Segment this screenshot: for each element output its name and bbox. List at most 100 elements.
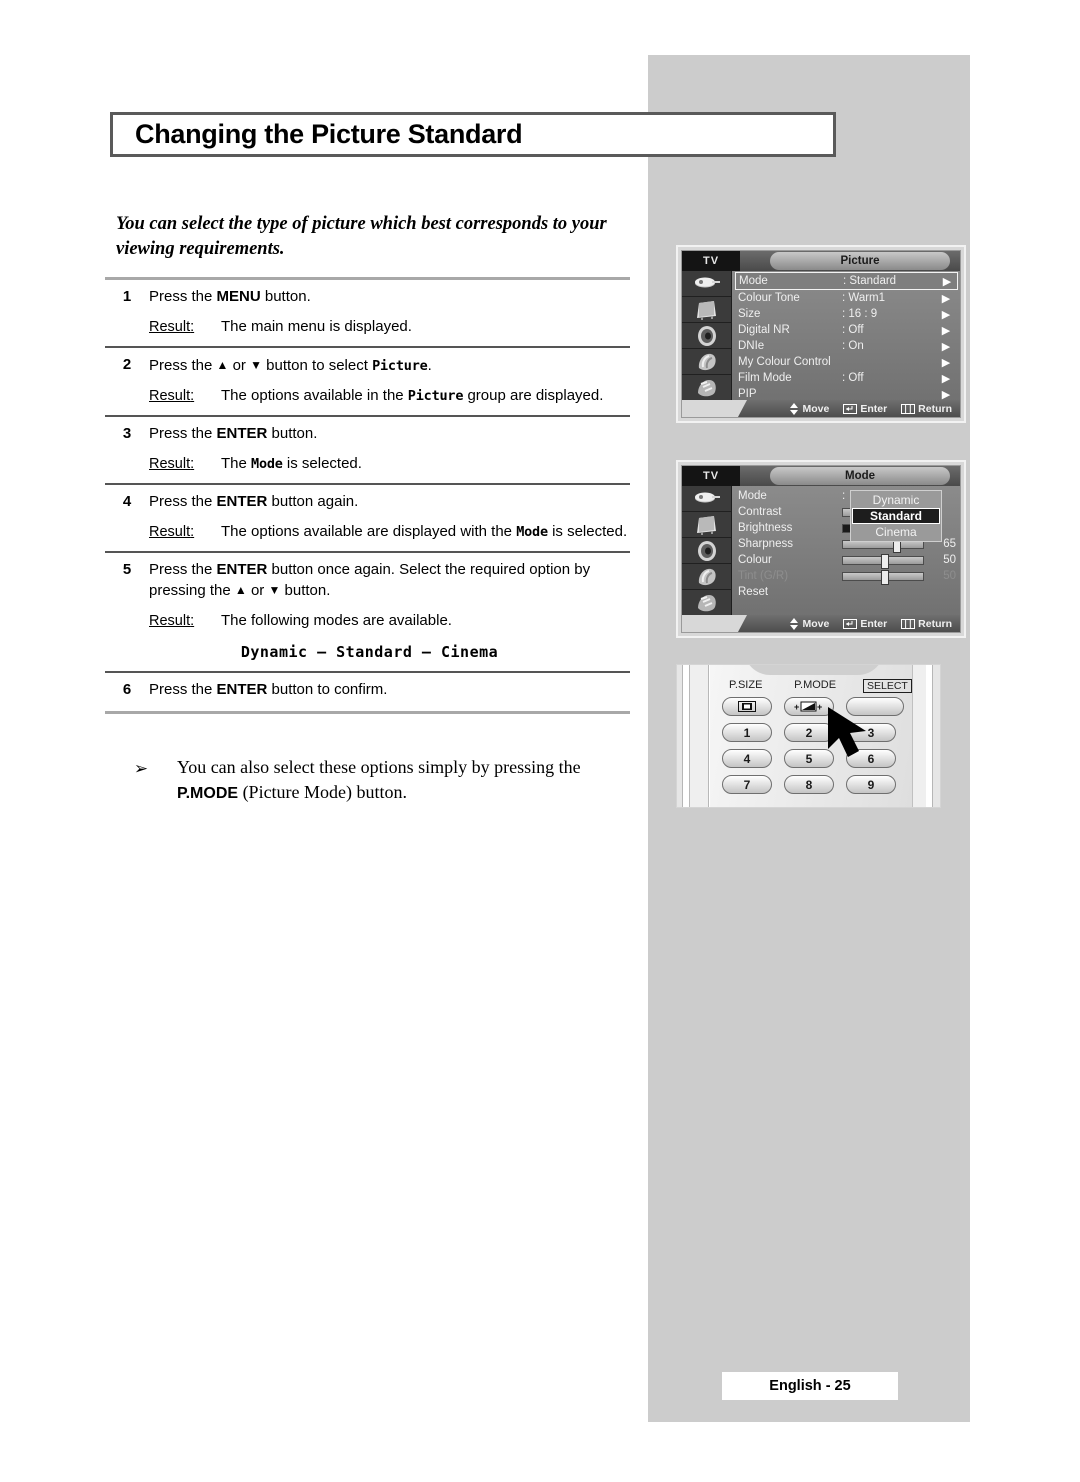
picture-mode-icon: + + <box>794 701 822 712</box>
input-source-icon[interactable] <box>682 486 731 512</box>
key-7[interactable]: 7 <box>722 775 772 794</box>
step-5: 5 Press the ENTER button once again. Sel… <box>105 553 630 671</box>
osd-mode-rows: Mode : Contrast Brightness Sharpness 65 … <box>732 486 960 618</box>
setup-icon[interactable] <box>682 564 731 590</box>
osd-row-reset[interactable]: Reset <box>738 584 956 600</box>
enter-key-icon <box>843 403 858 414</box>
osd-titlebar: TV Picture <box>682 251 960 271</box>
remote-control-illustration: P.SIZE P.MODE SELECT + + 1 2 3 4 5 6 7 8… <box>676 664 941 808</box>
mono-mode: Mode <box>251 456 283 472</box>
chevron-right-icon: ▶ <box>941 388 951 401</box>
page-number: English - 25 <box>769 1378 851 1394</box>
sound-speaker-icon[interactable] <box>682 323 731 349</box>
osd-row-my-colour-control[interactable]: My Colour Control ▶ <box>738 354 956 370</box>
result-text: The options available are displayed with… <box>221 523 628 540</box>
return-key-icon <box>901 403 916 414</box>
pmode-button-name: P.MODE <box>177 785 239 802</box>
setup-icon[interactable] <box>682 349 731 375</box>
result-label: Result: <box>149 524 195 540</box>
step-number: 2 <box>122 356 132 373</box>
chevron-right-icon: ▶ <box>942 275 952 288</box>
mode-options-popup: Dynamic Standard Cinema <box>850 490 942 542</box>
remote-top-curve <box>744 665 884 675</box>
osd-move-hint: Move <box>789 617 829 630</box>
remote-button-labels: P.SIZE P.MODE SELECT <box>710 679 912 693</box>
chevron-right-icon: ▶ <box>941 372 951 385</box>
osd-tab-picture: Picture <box>770 252 950 270</box>
remote-keypad-row-2: 4 5 6 <box>722 749 924 768</box>
manual-page: Changing the Picture Standard You can se… <box>0 0 1080 1482</box>
enter-button-name: ENTER <box>216 425 268 442</box>
remote-bezel-left <box>677 665 683 807</box>
key-1[interactable]: 1 <box>722 723 772 742</box>
osd-row-tint: Tint (G/R) 50 <box>738 568 956 585</box>
step-instruction: Press the ENTER button. <box>149 425 318 442</box>
tint-value: 50 <box>943 570 956 582</box>
up-down-arrow-icon <box>790 617 799 630</box>
osd-picture-menu: TV Picture Mode: Standard ▶ Colour Tone… <box>676 245 966 423</box>
step-result: Result: The Mode is selected. <box>149 454 630 474</box>
page-title: Changing the Picture Standard <box>135 119 523 149</box>
osd-enter-hint: Enter <box>843 403 887 415</box>
mono-picture: Picture <box>407 388 464 404</box>
mouse-pointer-icon <box>828 707 866 757</box>
psize-button[interactable] <box>722 697 772 716</box>
colour-slider[interactable] <box>842 553 924 569</box>
svg-text:+: + <box>817 702 822 712</box>
result-label: Result: <box>149 319 195 335</box>
key-8[interactable]: 8 <box>784 775 834 794</box>
mode-option-standard[interactable]: Standard <box>852 508 940 524</box>
chevron-right-icon: ▶ <box>941 356 951 369</box>
pip-icon[interactable] <box>682 375 731 401</box>
result-label: Result: <box>149 388 195 404</box>
step-result: Result: The main menu is displayed. <box>149 317 630 337</box>
osd-row-colour[interactable]: Colour 50 <box>738 552 956 569</box>
menu-target-picture: Picture <box>372 358 428 374</box>
remote-face: P.SIZE P.MODE SELECT + + 1 2 3 4 5 6 7 8… <box>710 665 912 807</box>
step-instruction: Press the ▲ or ▼ button to select Pictur… <box>149 357 432 374</box>
osd-row-film-mode[interactable]: Film Mode : Off ▶ <box>738 370 956 386</box>
down-arrow-icon: ▼ <box>250 358 262 372</box>
menu-button-name: MENU <box>216 288 261 305</box>
up-arrow-icon: ▲ <box>216 358 229 372</box>
step-number: 3 <box>122 425 132 442</box>
osd-row-mode[interactable]: Mode : Standard ▶ <box>735 272 958 290</box>
pmode-label: P.MODE <box>794 679 837 691</box>
mode-option-cinema[interactable]: Cinema <box>852 524 940 540</box>
page-title-box: Changing the Picture Standard <box>110 112 836 157</box>
result-label: Result: <box>149 613 195 629</box>
sound-speaker-icon[interactable] <box>682 538 731 564</box>
picture-icon[interactable] <box>682 297 731 323</box>
step-number: 5 <box>122 561 132 578</box>
osd-picture-rows: Mode : Standard ▶ Colour Tone : Warm1 ▶ … <box>732 271 960 403</box>
note-text: You can also select these options simply… <box>177 757 581 802</box>
key-4[interactable]: 4 <box>722 749 772 768</box>
remote-keypad-row-3: 7 8 9 <box>722 775 924 794</box>
picture-icon[interactable] <box>682 512 731 538</box>
enter-key-icon <box>843 618 858 629</box>
step-2: 2 Press the ▲ or ▼ button to select Pict… <box>105 348 630 415</box>
osd-footer: Move Enter Return <box>682 615 960 632</box>
select-label: SELECT <box>862 679 912 693</box>
divider-bottom <box>105 711 630 714</box>
step-instruction: Press the MENU button. <box>149 288 311 305</box>
input-source-icon[interactable] <box>682 271 731 297</box>
osd-row-digital-nr[interactable]: Digital NR : Off ▶ <box>738 322 956 338</box>
enter-button-name: ENTER <box>216 561 268 578</box>
osd-row-size[interactable]: Size : 16 : 9 ▶ <box>738 306 956 322</box>
up-arrow-icon: ▲ <box>234 583 247 597</box>
osd-footer: Move Enter Return <box>682 400 960 417</box>
step-number: 1 <box>122 288 132 305</box>
osd-row-colour-tone[interactable]: Colour Tone : Warm1 ▶ <box>738 290 956 306</box>
osd-enter-hint: Enter <box>843 618 887 630</box>
psize-label: P.SIZE <box>728 679 763 691</box>
enter-button-name: ENTER <box>216 493 268 510</box>
pip-icon[interactable] <box>682 590 731 616</box>
key-9[interactable]: 9 <box>846 775 896 794</box>
enter-button-name: ENTER <box>216 681 268 698</box>
chevron-right-icon: ▶ <box>941 340 951 353</box>
step-number: 4 <box>122 493 132 510</box>
svg-text:+: + <box>794 702 799 712</box>
osd-row-dnie[interactable]: DNIe : On ▶ <box>738 338 956 354</box>
mode-option-dynamic[interactable]: Dynamic <box>852 492 940 508</box>
